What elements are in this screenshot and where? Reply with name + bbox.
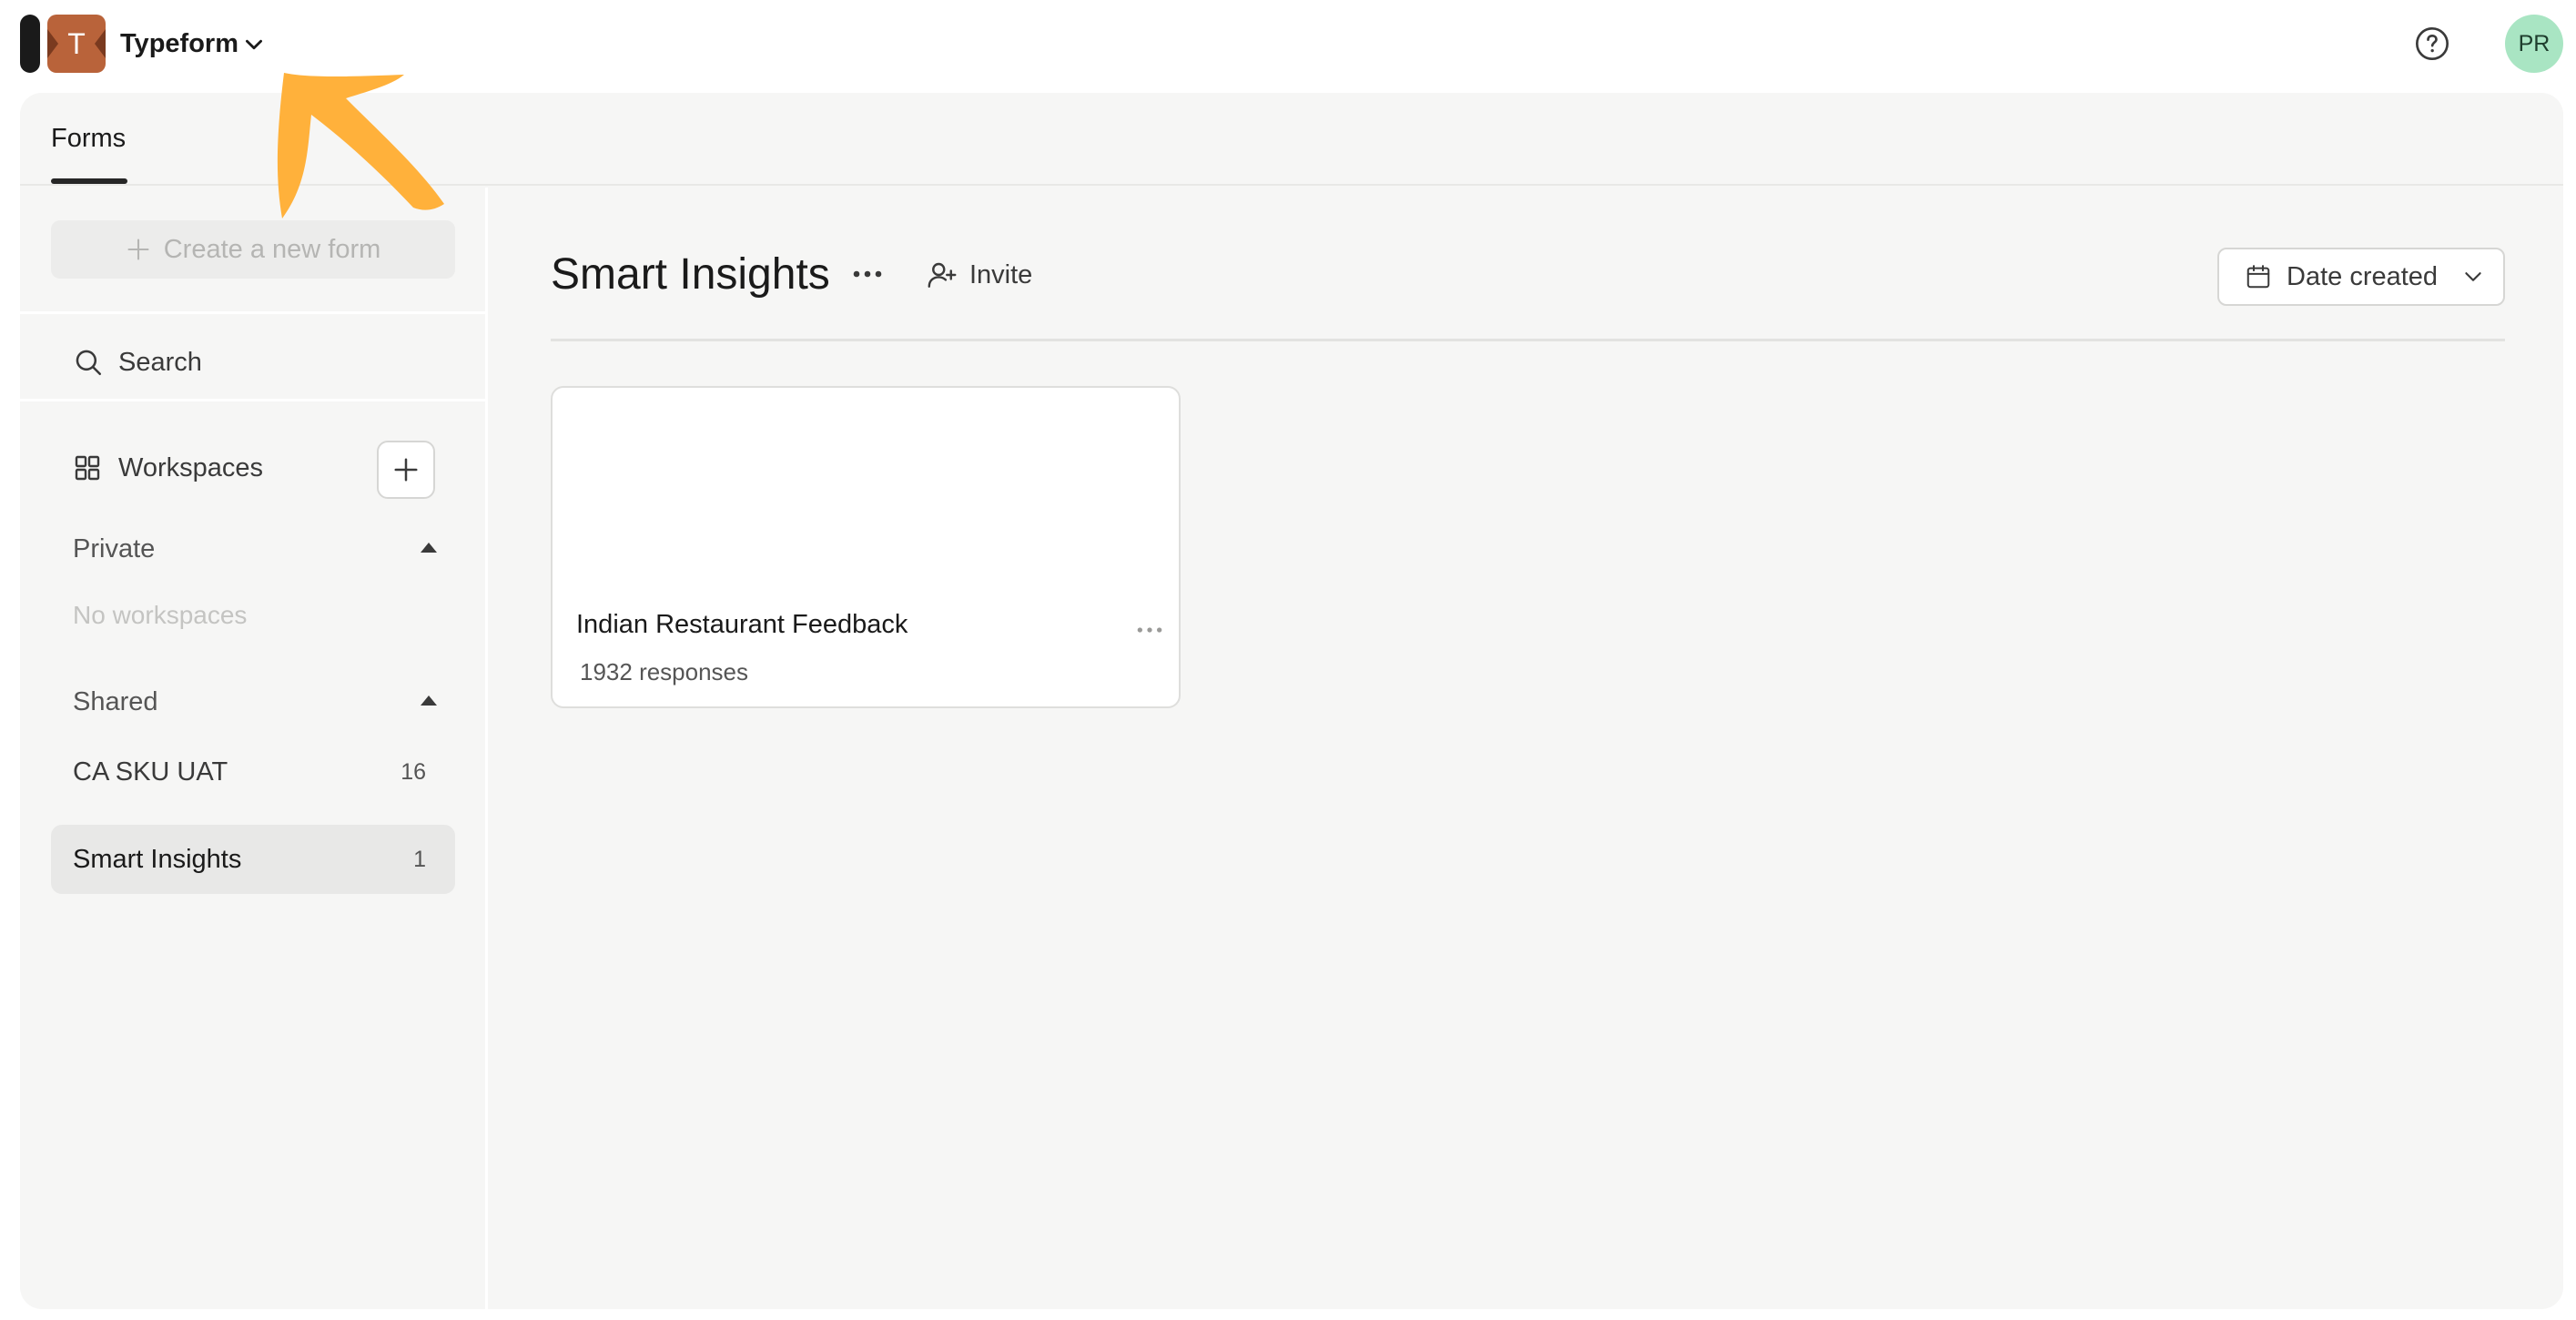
chevron-down-icon [2465,272,2481,281]
shared-section-label: Shared [73,687,158,716]
more-horizontal-icon[interactable] [851,260,884,288]
more-horizontal-icon[interactable] [1135,617,1164,643]
help-circle-icon[interactable] [2414,25,2450,62]
sort-label: Date created [2287,261,2439,291]
grid-icon [75,455,100,481]
chevron-down-icon[interactable] [242,33,266,56]
content-divider [551,339,2505,341]
main-content: Smart Insights Invite Date created India… [491,188,2563,1309]
tab-forms[interactable]: Forms [51,120,126,157]
sidebar-divider [20,399,488,401]
invite-button[interactable]: Invite [926,249,1032,300]
account-logo[interactable]: T [47,15,106,73]
brand-pill [20,15,40,73]
workspace-name: CA SKU UAT [73,757,228,787]
caret-up-icon [421,696,437,706]
search-icon [76,350,102,376]
annotation-arrow-icon [277,73,444,218]
plus-icon [394,458,418,482]
shared-section-toggle[interactable]: Shared [73,679,455,725]
workspaces-label: Workspaces [118,452,264,482]
form-title: Indian Restaurant Feedback [576,610,908,639]
page-title: Smart Insights [551,250,830,299]
workspaces-header: Workspaces [73,442,263,493]
active-tab-indicator [51,178,127,184]
sidebar: Create a new form Search Workspaces Priv… [20,188,488,1309]
search-button[interactable]: Search [73,337,202,388]
private-section-label: Private [73,534,156,564]
form-responses: 1932 responses [580,658,749,685]
workspace-count: 1 [413,847,426,872]
workspace-count: 16 [401,759,426,785]
account-logo-letter: T [67,27,86,60]
calendar-icon [2246,265,2270,289]
create-form-label: Create a new form [163,234,381,264]
user-avatar[interactable]: PR [2505,15,2563,73]
form-card[interactable]: Indian Restaurant Feedback 1932 response… [551,386,1181,708]
private-empty-text: No workspaces [73,601,248,629]
plus-icon [127,239,149,260]
app-frame: Forms Create a new form Search Workspace… [20,93,2563,1309]
search-label: Search [118,347,202,377]
add-workspace-button[interactable] [377,441,435,499]
account-name[interactable]: Typeform [120,25,238,62]
sidebar-item-smart-insights[interactable]: Smart Insights 1 [51,825,455,894]
private-section-toggle[interactable]: Private [73,526,455,572]
invite-label: Invite [969,259,1033,289]
caret-up-icon [421,543,437,553]
sidebar-divider [20,311,488,314]
workspace-name: Smart Insights [73,845,242,874]
add-user-icon [928,262,957,288]
sort-dropdown[interactable]: Date created [2217,248,2505,306]
sidebar-item-ca-sku-uat[interactable]: CA SKU UAT 16 [51,737,455,807]
